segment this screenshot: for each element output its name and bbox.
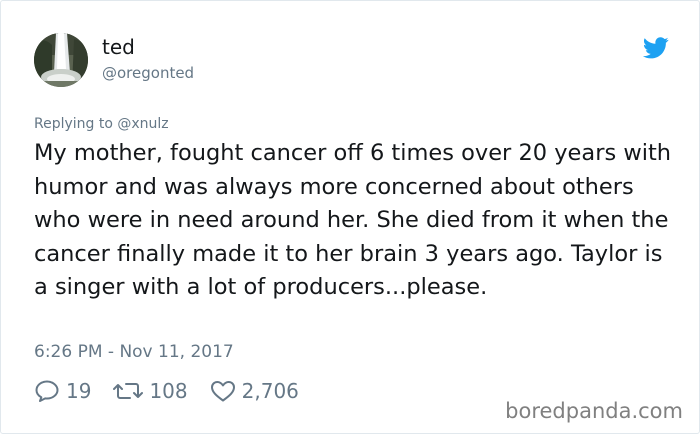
avatar[interactable] <box>34 33 88 87</box>
tweet-timestamp[interactable]: 6:26 PM - Nov 11, 2017 <box>34 341 234 363</box>
reply-button[interactable]: 19 <box>34 379 91 403</box>
replying-to: Replying to @xnulz <box>34 115 169 133</box>
waterfall-avatar-icon <box>34 33 88 87</box>
like-count: 2,706 <box>241 379 299 403</box>
tweet-actions: 19 108 2,706 <box>34 375 321 407</box>
retweet-icon <box>113 383 144 399</box>
retweet-button[interactable]: 108 <box>113 379 188 403</box>
replying-prefix: Replying to <box>34 116 118 132</box>
watermark: boredpanda.com <box>505 399 683 423</box>
tweet-card: ted @oregonted Replying to @xnulz My mot… <box>0 0 700 434</box>
display-name[interactable]: ted <box>102 35 135 59</box>
twitter-bird-icon[interactable] <box>642 37 669 59</box>
reply-count: 19 <box>66 379 92 403</box>
reply-icon <box>35 380 59 402</box>
retweet-count: 108 <box>149 379 188 403</box>
heart-icon <box>210 381 235 402</box>
like-button[interactable]: 2,706 <box>210 379 299 403</box>
reply-mention-link[interactable]: @xnulz <box>117 116 168 132</box>
tweet-text: My mother, fought cancer off 6 times ove… <box>34 140 672 300</box>
user-handle[interactable]: @oregonted <box>102 63 194 83</box>
